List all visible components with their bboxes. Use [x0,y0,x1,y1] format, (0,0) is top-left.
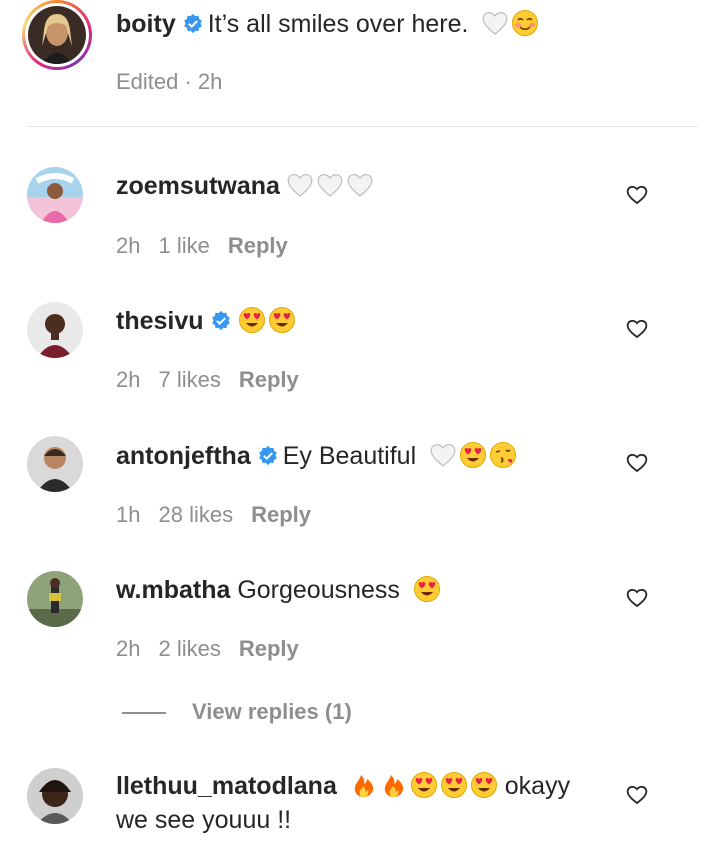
view-replies-line [122,712,166,714]
comment-likes[interactable]: 7 likes [158,367,220,392]
caption-line: boity It’s all smiles over here. [116,8,539,40]
comment-meta: 2h 7 likes Reply [116,367,317,393]
verified-badge-icon [258,445,277,466]
verified-badge-icon [211,310,230,331]
heart-eyes-icon [238,307,265,333]
comment-likes[interactable]: 28 likes [158,502,233,527]
white-heart-icon [347,174,373,197]
comment-time: 1h [116,502,141,527]
comment-likes[interactable]: 1 like [158,233,209,258]
view-replies-button[interactable]: View replies (1) [192,699,352,725]
white-heart-icon [287,174,313,197]
comment-line: thesivu [116,305,296,337]
avatar-thesivu[interactable] [27,302,83,358]
comment-likes[interactable]: 2 likes [158,636,220,661]
caption-meta: Edited · 2h [116,69,223,94]
comment-meta: 2h 1 like Reply [116,233,306,259]
story-ring[interactable] [22,0,92,70]
comment-username[interactable]: llethuu_matodlana [116,772,337,800]
heart-eyes-icon [410,772,437,798]
like-heart-icon[interactable] [626,185,648,205]
fire-icon [354,775,374,797]
caption-text: It’s all smiles over here. [207,10,469,38]
reply-button[interactable]: Reply [239,636,299,661]
white-heart-icon [482,12,508,35]
caption-username[interactable]: boity [116,10,176,38]
like-heart-icon[interactable] [626,588,648,608]
like-heart-icon[interactable] [626,319,648,339]
comment-meta: 2h 2 likes Reply [116,636,317,662]
comment-username[interactable]: antonjeftha [116,442,251,470]
white-heart-icon [317,174,343,197]
comment-line: antonjeftha Ey Beautiful [116,440,517,472]
comment-text: okayy [504,772,571,800]
avatar-boity[interactable] [28,6,86,64]
comment-text: Gorgeousness [237,576,400,604]
like-heart-icon[interactable] [626,453,648,473]
fire-icon [384,775,404,797]
verified-badge-icon [183,13,202,34]
avatar-antonjeftha[interactable] [27,436,83,492]
reply-button[interactable]: Reply [239,367,299,392]
comment-username[interactable]: w.mbatha [116,576,230,604]
comment-time: 2h [116,636,141,661]
comment-line: zoemsutwana [116,170,374,202]
reply-button[interactable]: Reply [228,233,288,258]
comment-username[interactable]: thesivu [116,307,204,335]
reply-button[interactable]: Reply [251,502,311,527]
like-heart-icon[interactable] [626,785,648,805]
comment-line: w.mbatha Gorgeousness [116,574,441,606]
heart-eyes-icon [440,772,467,798]
comment-time: 2h [116,233,141,258]
heart-eyes-icon [470,772,497,798]
comment-meta: 1h 28 likes Reply [116,502,329,528]
heart-eyes-icon [268,307,295,333]
heart-eyes-icon [413,576,440,602]
divider [28,126,698,127]
comment-line-2: we see youuu !! [116,806,292,834]
avatar-llethuu-matodlana[interactable] [27,768,83,824]
white-heart-icon [430,444,456,467]
smiling-face-blushing-icon [512,10,539,36]
kiss-face-icon [490,442,517,468]
comment-time: 2h [116,367,141,392]
heart-eyes-icon [460,442,487,468]
comment-text: Ey Beautiful [282,442,417,470]
comment-username[interactable]: zoemsutwana [116,172,280,200]
avatar-zoemsutwana[interactable] [27,167,83,223]
comment-line: llethuu_matodlana okayy [116,770,570,802]
avatar-w-mbatha[interactable] [27,571,83,627]
